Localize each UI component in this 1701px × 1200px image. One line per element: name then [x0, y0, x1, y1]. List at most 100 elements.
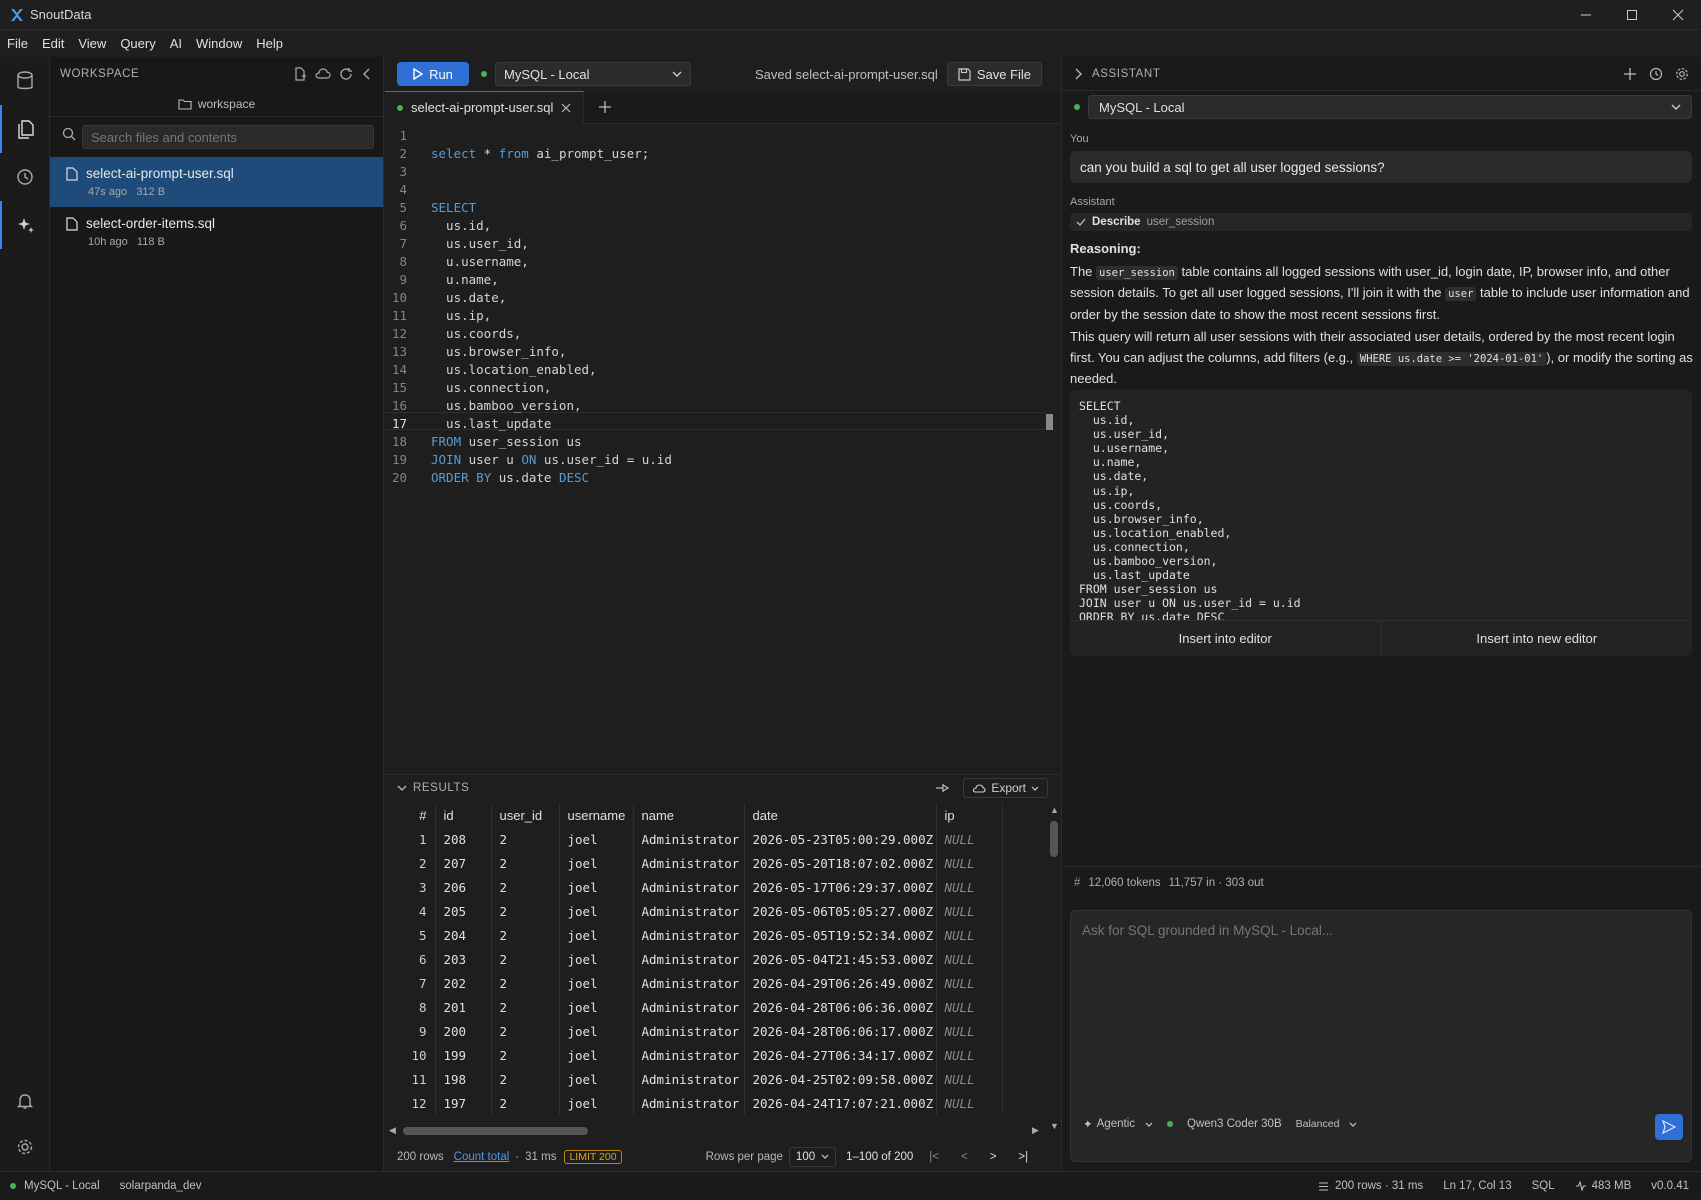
first-page-icon[interactable]: |< [929, 1151, 939, 1163]
status-cursor[interactable]: Ln 17, Col 13 [1443, 1180, 1511, 1192]
column-header[interactable]: id [435, 803, 492, 827]
gear-icon[interactable] [1675, 67, 1689, 81]
code-line[interactable]: select * from ai_prompt_user; [431, 145, 672, 163]
table-cell[interactable]: 2 [491, 1091, 560, 1115]
table-row[interactable]: 9 200 2 joel Administrator 2026-04-28T06:06:1… [385, 1019, 1003, 1043]
code-line[interactable]: FROM user_session us [431, 433, 672, 451]
table-cell[interactable]: joel [559, 947, 634, 971]
code-editor[interactable]: 1 2 3 4 5 6 7 8 9 10 11 12 13 14 15 16 17 18 19 20 select *… [385, 124, 1060, 774]
database-icon[interactable] [0, 57, 50, 105]
column-header[interactable]: username [559, 803, 634, 827]
table-row[interactable]: 5 204 2 joel Administrator 2026-05-05T19:52:3… [385, 923, 1003, 947]
code-line[interactable] [431, 163, 672, 181]
mode-select[interactable]: ✦ Agentic [1083, 1117, 1153, 1131]
table-row[interactable]: 6 203 2 joel Administrator 2026-05-04T21:45:5… [385, 947, 1003, 971]
table-cell[interactable]: 206 [435, 875, 492, 899]
table-cell[interactable]: 10 [385, 1043, 436, 1067]
table-cell[interactable]: NULL [936, 1019, 1003, 1043]
gear-icon[interactable] [0, 1123, 50, 1171]
table-cell[interactable]: Administrator [633, 899, 745, 923]
table-cell[interactable]: joel [559, 1019, 634, 1043]
code-line[interactable]: us.user_id, [431, 235, 672, 253]
column-header[interactable]: # [385, 803, 436, 827]
table-cell[interactable]: 1 [385, 827, 436, 851]
results-horizontal-scrollbar[interactable] [403, 1127, 588, 1135]
model-name[interactable]: Qwen3 Coder 30B [1187, 1118, 1282, 1130]
table-cell[interactable]: joel [559, 899, 634, 923]
table-cell[interactable]: Administrator [633, 995, 745, 1019]
workspace-folder[interactable]: workspace [50, 91, 383, 117]
connection-select[interactable]: MySQL - Local [495, 62, 691, 86]
table-cell[interactable]: 3 [385, 875, 436, 899]
table-cell[interactable]: 2026-05-20T18:07:02.000Z [744, 851, 937, 875]
table-cell[interactable]: NULL [936, 1091, 1003, 1115]
table-cell[interactable]: NULL [936, 851, 1003, 875]
run-button[interactable]: Run [397, 62, 469, 86]
table-cell[interactable]: 197 [435, 1091, 492, 1115]
table-cell[interactable]: NULL [936, 1067, 1003, 1091]
column-header[interactable]: name [633, 803, 745, 827]
table-cell[interactable]: 2 [491, 923, 560, 947]
table-cell[interactable]: NULL [936, 827, 1003, 851]
table-cell[interactable]: joel [559, 995, 634, 1019]
table-row[interactable]: 11 198 2 joel Administrator 2026-04-25T02:09:… [385, 1067, 1003, 1091]
table-cell[interactable]: 198 [435, 1067, 492, 1091]
assistant-connection-select[interactable]: MySQL - Local [1088, 95, 1692, 119]
table-cell[interactable]: Administrator [633, 1067, 745, 1091]
table-cell[interactable]: 2 [491, 827, 560, 851]
status-language[interactable]: SQL [1532, 1180, 1555, 1192]
table-cell[interactable]: joel [559, 1067, 634, 1091]
table-cell[interactable]: NULL [936, 1043, 1003, 1067]
table-row[interactable]: 2 207 2 joel Administrator 2026-05-20T18:07:0… [385, 851, 1003, 875]
collapse-sidebar-icon[interactable] [361, 67, 373, 81]
history-icon[interactable] [0, 153, 50, 201]
table-cell[interactable]: 7 [385, 971, 436, 995]
table-cell[interactable]: joel [559, 851, 634, 875]
table-cell[interactable]: NULL [936, 875, 1003, 899]
results-vertical-scrollbar[interactable] [1050, 821, 1058, 857]
editor-scrollbar[interactable] [1046, 414, 1053, 430]
chevron-right-icon[interactable] [1074, 68, 1082, 80]
table-cell[interactable]: 2 [491, 851, 560, 875]
tab-select-ai-prompt-user[interactable]: select-ai-prompt-user.sql [385, 90, 585, 124]
insert-into-editor-button[interactable]: Insert into editor [1070, 620, 1382, 657]
results-title-group[interactable]: RESULTS [397, 782, 469, 794]
table-cell[interactable]: 2026-04-27T06:34:17.000Z [744, 1043, 937, 1067]
code-line[interactable]: u.username, [431, 253, 672, 271]
table-cell[interactable]: 5 [385, 923, 436, 947]
table-cell[interactable]: 207 [435, 851, 492, 875]
table-cell[interactable]: Administrator [633, 1019, 745, 1043]
last-page-icon[interactable]: >| [1018, 1151, 1028, 1163]
code-line[interactable]: us.bamboo_version, [431, 397, 672, 415]
table-cell[interactable]: 2026-04-29T06:26:49.000Z [744, 971, 937, 995]
column-header[interactable]: date [744, 803, 937, 827]
table-cell[interactable]: joel [559, 875, 634, 899]
table-cell[interactable]: 6 [385, 947, 436, 971]
history-icon[interactable] [1649, 67, 1663, 81]
table-cell[interactable]: 2 [491, 1043, 560, 1067]
table-cell[interactable]: 205 [435, 899, 492, 923]
table-cell[interactable]: 2 [491, 995, 560, 1019]
files-icon[interactable] [0, 105, 50, 153]
table-cell[interactable]: 2026-04-24T17:07:21.000Z [744, 1091, 937, 1115]
table-cell[interactable]: 8 [385, 995, 436, 1019]
status-database[interactable]: solarpanda_dev [120, 1180, 202, 1192]
table-cell[interactable]: 2026-04-28T06:06:17.000Z [744, 1019, 937, 1043]
rows-per-page-select[interactable]: 100 [788, 1146, 837, 1167]
table-cell[interactable]: 2026-04-28T06:06:36.000Z [744, 995, 937, 1019]
scroll-down-icon[interactable]: ▼ [1050, 1121, 1059, 1131]
table-cell[interactable]: Administrator [633, 851, 745, 875]
table-cell[interactable]: 9 [385, 1019, 436, 1043]
table-cell[interactable]: 2 [385, 851, 436, 875]
table-cell[interactable]: 2 [491, 971, 560, 995]
menu-query[interactable]: Query [113, 30, 162, 57]
table-cell[interactable]: NULL [936, 995, 1003, 1019]
code-line[interactable]: us.coords, [431, 325, 672, 343]
code-line[interactable]: us.browser_info, [431, 343, 672, 361]
code-line[interactable]: JOIN user u ON us.user_id = u.id [431, 451, 672, 469]
column-header[interactable]: user_id [491, 803, 560, 827]
prompt-input[interactable] [1082, 923, 1677, 938]
table-cell[interactable]: 202 [435, 971, 492, 995]
menu-edit[interactable]: Edit [35, 30, 71, 57]
table-row[interactable]: 12 197 2 joel Administrator 2026-04-24T17:07:… [385, 1091, 1003, 1115]
